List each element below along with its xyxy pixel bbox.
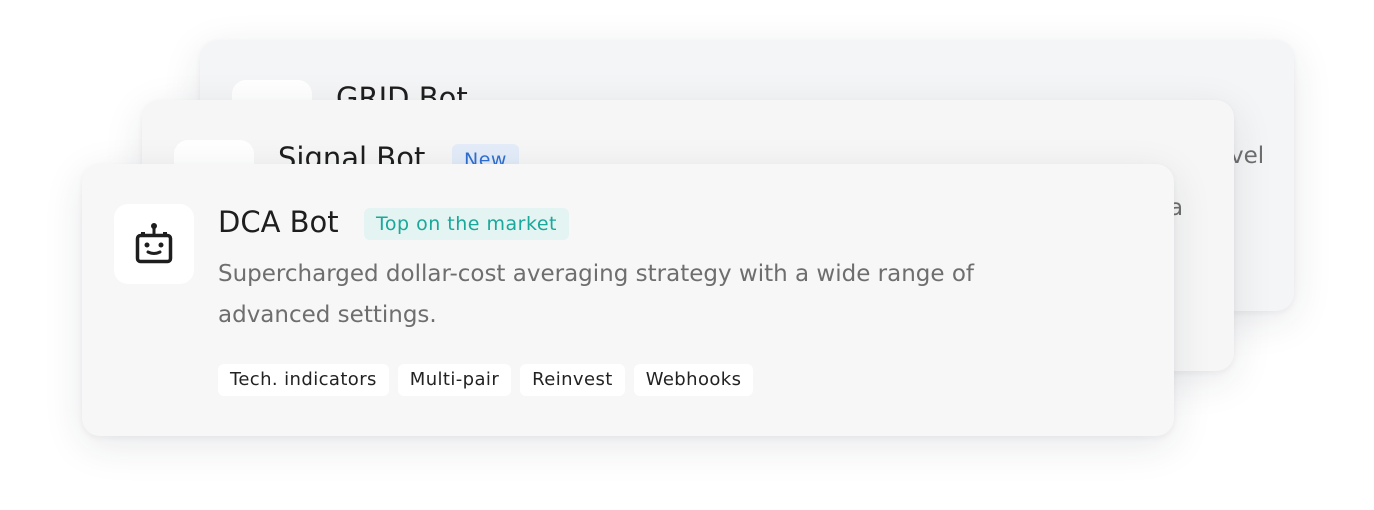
tag-multi-pair: Multi-pair: [397, 364, 512, 396]
tag-reinvest: Reinvest: [520, 364, 625, 396]
tag-webhooks: Webhooks: [633, 364, 754, 396]
feature-tags: Tech. indicators Multi-pair Reinvest Web…: [218, 364, 754, 396]
dca-bot-icon-box: [114, 204, 194, 284]
tag-tech-indicators: Tech. indicators: [218, 364, 389, 396]
grid-bot-description: vel: [1230, 143, 1265, 169]
top-market-badge: Top on the market: [364, 208, 569, 240]
dca-bot-title: DCA Bot: [218, 205, 339, 239]
dca-bot-description: Supercharged dollar-cost averaging strat…: [218, 261, 975, 328]
robot-icon: [135, 223, 173, 264]
dca-bot-card[interactable]: DCA Bot Top on the market Supercharged d…: [82, 164, 1174, 436]
